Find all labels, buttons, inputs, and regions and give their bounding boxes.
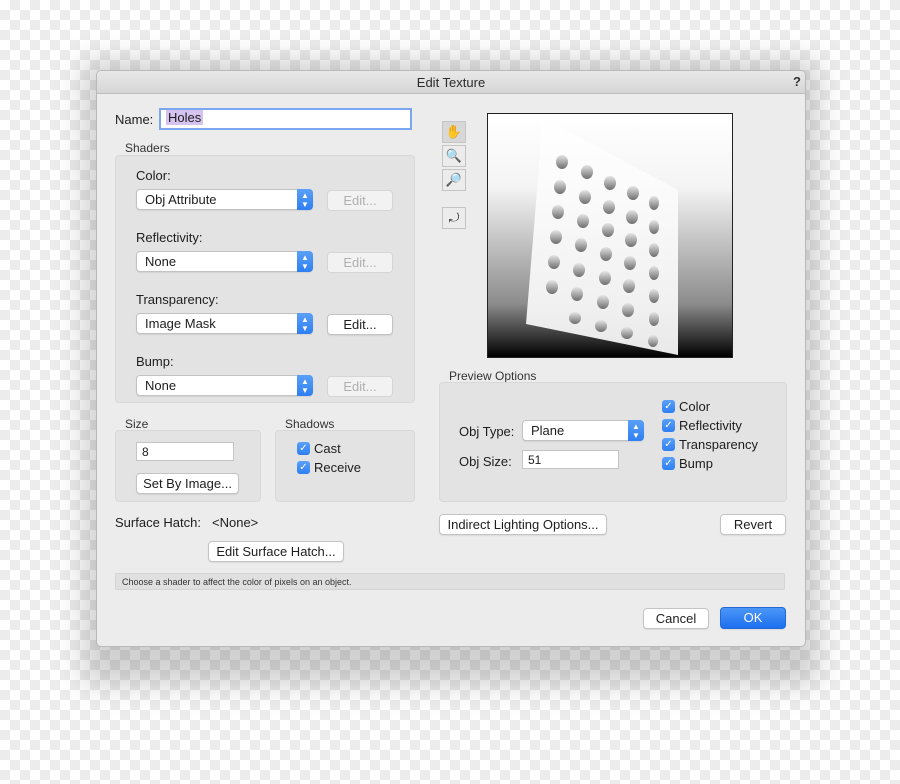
checkmark-icon: ✓ [664, 458, 673, 469]
edit-surface-hatch-button[interactable]: Edit Surface Hatch... [208, 541, 344, 562]
transparency-label: Transparency: [136, 292, 219, 307]
preview-transparency-label: Transparency [679, 437, 758, 452]
status-bar: Choose a shader to affect the color of p… [115, 573, 785, 590]
shadows-label: Shadows [285, 417, 335, 431]
indirect-lighting-options-button[interactable]: Indirect Lighting Options... [439, 514, 607, 535]
bump-edit-button[interactable]: Edit... [327, 376, 393, 397]
preview-options-label: Preview Options [449, 369, 537, 383]
reflectivity-shader-value: None [145, 254, 177, 269]
obj-type-value: Plane [531, 423, 565, 438]
help-button[interactable]: ? [793, 74, 801, 89]
chevron-updown-icon: ▲ ▼ [297, 375, 313, 396]
zoom-out-tool[interactable]: 🔎 [442, 169, 466, 191]
color-edit-button[interactable]: Edit... [327, 190, 393, 211]
chevron-updown-icon: ▲ ▼ [297, 189, 313, 210]
transparency-edit-button[interactable]: Edit... [327, 314, 393, 335]
revert-button[interactable]: Revert [720, 514, 786, 535]
checkmark-icon: ✓ [299, 443, 308, 454]
shaders-label: Shaders [125, 141, 170, 155]
size-label: Size [125, 417, 149, 431]
obj-type-select[interactable]: Plane ▲ ▼ [522, 420, 644, 441]
name-value: Holes [166, 110, 204, 125]
dialog-title: Edit Texture [416, 75, 486, 90]
chevron-updown-icon: ▲ ▼ [297, 313, 313, 334]
color-shader-value: Obj Attribute [145, 192, 217, 207]
cast-checkbox[interactable]: ✓ [297, 442, 310, 455]
edit-texture-dialog: Edit Texture ? Name: Holes Shaders Color… [96, 70, 806, 647]
reflectivity-shader-select[interactable]: None ▲ ▼ [136, 251, 313, 272]
pan-tool[interactable]: ✋ [442, 121, 466, 143]
transparency-shader-select[interactable]: Image Mask ▲ ▼ [136, 313, 313, 334]
checkmark-icon: ✓ [299, 462, 308, 473]
surface-hatch-label: Surface Hatch: [115, 515, 201, 530]
checkmark-icon: ✓ [664, 439, 673, 450]
preview-color-checkbox[interactable]: ✓ [662, 400, 675, 413]
chevron-updown-icon: ▲ ▼ [297, 251, 313, 272]
color-label: Color: [136, 168, 171, 183]
preview-rotate-icon: ⤾ [448, 210, 460, 225]
preview-bump-checkbox[interactable]: ✓ [662, 457, 675, 470]
bump-shader-select[interactable]: None ▲ ▼ [136, 375, 313, 396]
surface-hatch-value: <None> [212, 515, 259, 530]
size-field[interactable]: 8 [136, 442, 234, 461]
zoom-out-icon: 🔎 [445, 172, 463, 187]
preview-reflectivity-label: Reflectivity [679, 418, 742, 433]
cancel-button[interactable]: Cancel [643, 608, 709, 629]
bump-shader-value: None [145, 378, 177, 393]
receive-label: Receive [314, 460, 361, 475]
checkmark-icon: ✓ [664, 401, 673, 412]
bump-label: Bump: [136, 354, 174, 369]
title-bar[interactable]: Edit Texture ? [97, 71, 805, 94]
chevron-updown-icon: ▲ ▼ [628, 420, 644, 441]
reflectivity-label: Reflectivity: [136, 230, 203, 245]
receive-checkbox[interactable]: ✓ [297, 461, 310, 474]
preview-color-label: Color [679, 399, 711, 414]
name-label: Name: [115, 112, 154, 127]
zoom-in-icon: 🔍 [445, 148, 463, 163]
obj-size-field[interactable]: 51 [522, 450, 619, 469]
ok-button[interactable]: OK [720, 607, 786, 629]
obj-type-label: Obj Type: [459, 424, 515, 439]
perforated-plane-image [526, 118, 678, 355]
obj-size-label: Obj Size: [459, 454, 512, 469]
texture-preview[interactable] [487, 113, 733, 358]
preview-bump-label: Bump [679, 456, 713, 471]
name-field[interactable]: Holes [159, 108, 412, 130]
cast-label: Cast [314, 441, 341, 456]
color-shader-select[interactable]: Obj Attribute ▲ ▼ [136, 189, 313, 210]
zoom-in-tool[interactable]: 🔍 [442, 145, 466, 167]
preview-reflectivity-checkbox[interactable]: ✓ [662, 419, 675, 432]
preview-rotate-tool[interactable]: ⤾ [442, 207, 466, 229]
set-by-image-button[interactable]: Set By Image... [136, 473, 239, 494]
preview-transparency-checkbox[interactable]: ✓ [662, 438, 675, 451]
checkmark-icon: ✓ [664, 420, 673, 431]
hand-icon: ✋ [445, 124, 463, 139]
transparency-shader-value: Image Mask [145, 316, 216, 331]
reflectivity-edit-button[interactable]: Edit... [327, 252, 393, 273]
